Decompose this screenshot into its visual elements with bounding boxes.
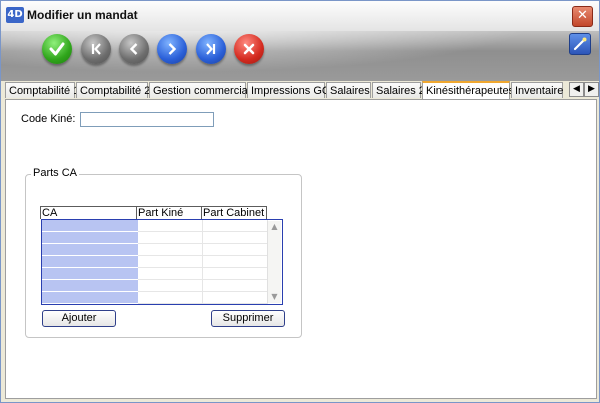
tab-salaires[interactable]: Salaires bbox=[326, 82, 371, 98]
validate-button[interactable] bbox=[42, 34, 72, 64]
first-record-icon bbox=[91, 43, 101, 55]
ca-cell[interactable] bbox=[42, 268, 138, 280]
part-kine-cell[interactable] bbox=[138, 280, 203, 292]
parts-ca-table[interactable]: ▲ ▼ bbox=[41, 219, 283, 305]
part-kine-cell[interactable] bbox=[138, 220, 203, 232]
column-header-ca[interactable]: CA bbox=[40, 206, 137, 219]
scroll-up-icon[interactable]: ▲ bbox=[269, 222, 280, 232]
app-4d-icon: 4D bbox=[6, 7, 24, 23]
part-cabinet-cell[interactable] bbox=[203, 268, 268, 280]
ca-cell[interactable] bbox=[42, 220, 138, 232]
magic-wand-icon bbox=[573, 37, 587, 51]
cancel-button[interactable] bbox=[234, 34, 264, 64]
window-title: Modifier un mandat bbox=[27, 8, 138, 22]
next-record-icon bbox=[168, 43, 177, 55]
modifier-mandat-window: 4D Modifier un mandat ✕ Comptabilité 1 C… bbox=[0, 0, 600, 403]
tab-gestion-commerciale[interactable]: Gestion commerciale bbox=[149, 82, 256, 98]
magic-wand-button[interactable] bbox=[569, 33, 591, 55]
ca-cell[interactable] bbox=[42, 256, 138, 268]
ca-cell[interactable] bbox=[42, 292, 138, 304]
part-kine-cell[interactable] bbox=[138, 268, 203, 280]
tab-content-kinesitherapeutes: Code Kiné: Parts CA CA Part Kiné Part Ca… bbox=[5, 99, 597, 399]
table-scrollbar[interactable]: ▲ ▼ bbox=[267, 221, 281, 303]
last-record-button[interactable] bbox=[196, 34, 226, 64]
parts-ca-legend: Parts CA bbox=[31, 167, 80, 179]
first-record-button[interactable] bbox=[81, 34, 111, 64]
scroll-down-icon[interactable]: ▼ bbox=[269, 292, 280, 302]
part-kine-cell[interactable] bbox=[138, 244, 203, 256]
check-icon bbox=[49, 42, 65, 56]
code-kine-label: Code Kiné: bbox=[21, 113, 76, 125]
part-cabinet-cell[interactable] bbox=[203, 220, 268, 232]
code-kine-input[interactable] bbox=[80, 112, 214, 127]
part-cabinet-cell[interactable] bbox=[203, 232, 268, 244]
part-cabinet-cell[interactable] bbox=[203, 280, 268, 292]
delete-button[interactable]: Supprimer bbox=[211, 310, 285, 327]
tab-comptabilite-1[interactable]: Comptabilité 1 bbox=[5, 82, 79, 98]
part-kine-cell[interactable] bbox=[138, 292, 203, 304]
column-header-part-kine[interactable]: Part Kiné bbox=[136, 206, 202, 219]
column-header-part-cabinet[interactable]: Part Cabinet bbox=[201, 206, 267, 219]
previous-record-button[interactable] bbox=[119, 34, 149, 64]
part-kine-cell[interactable] bbox=[138, 232, 203, 244]
tab-bar: Comptabilité 1 Comptabilité 2 Gestion co… bbox=[5, 81, 599, 99]
next-record-button[interactable] bbox=[157, 34, 187, 64]
tab-inventaire[interactable]: Inventaire bbox=[511, 82, 563, 98]
title-bar: 4D Modifier un mandat ✕ bbox=[1, 1, 599, 32]
tab-impressions-gc[interactable]: Impressions GC bbox=[247, 82, 330, 98]
part-cabinet-cell[interactable] bbox=[203, 256, 268, 268]
ca-cell[interactable] bbox=[42, 232, 138, 244]
part-cabinet-cell[interactable] bbox=[203, 244, 268, 256]
tab-scroll-left-button[interactable]: ◀ bbox=[569, 82, 584, 97]
toolbar bbox=[1, 31, 599, 81]
last-record-icon bbox=[206, 43, 216, 55]
part-cabinet-cell[interactable] bbox=[203, 292, 268, 304]
tab-salaires-2[interactable]: Salaires 2 bbox=[372, 82, 425, 98]
ca-cell[interactable] bbox=[42, 280, 138, 292]
part-kine-cell[interactable] bbox=[138, 256, 203, 268]
tab-scroll-right-button[interactable]: ▶ bbox=[584, 82, 599, 97]
close-button[interactable]: ✕ bbox=[572, 6, 593, 27]
previous-record-icon bbox=[129, 43, 138, 55]
tab-kinesitherapeutes[interactable]: Kinésithérapeutes bbox=[422, 81, 514, 99]
add-button[interactable]: Ajouter bbox=[42, 310, 116, 327]
cancel-icon bbox=[243, 43, 255, 55]
ca-cell[interactable] bbox=[42, 244, 138, 256]
tab-comptabilite-2[interactable]: Comptabilité 2 bbox=[76, 82, 150, 98]
